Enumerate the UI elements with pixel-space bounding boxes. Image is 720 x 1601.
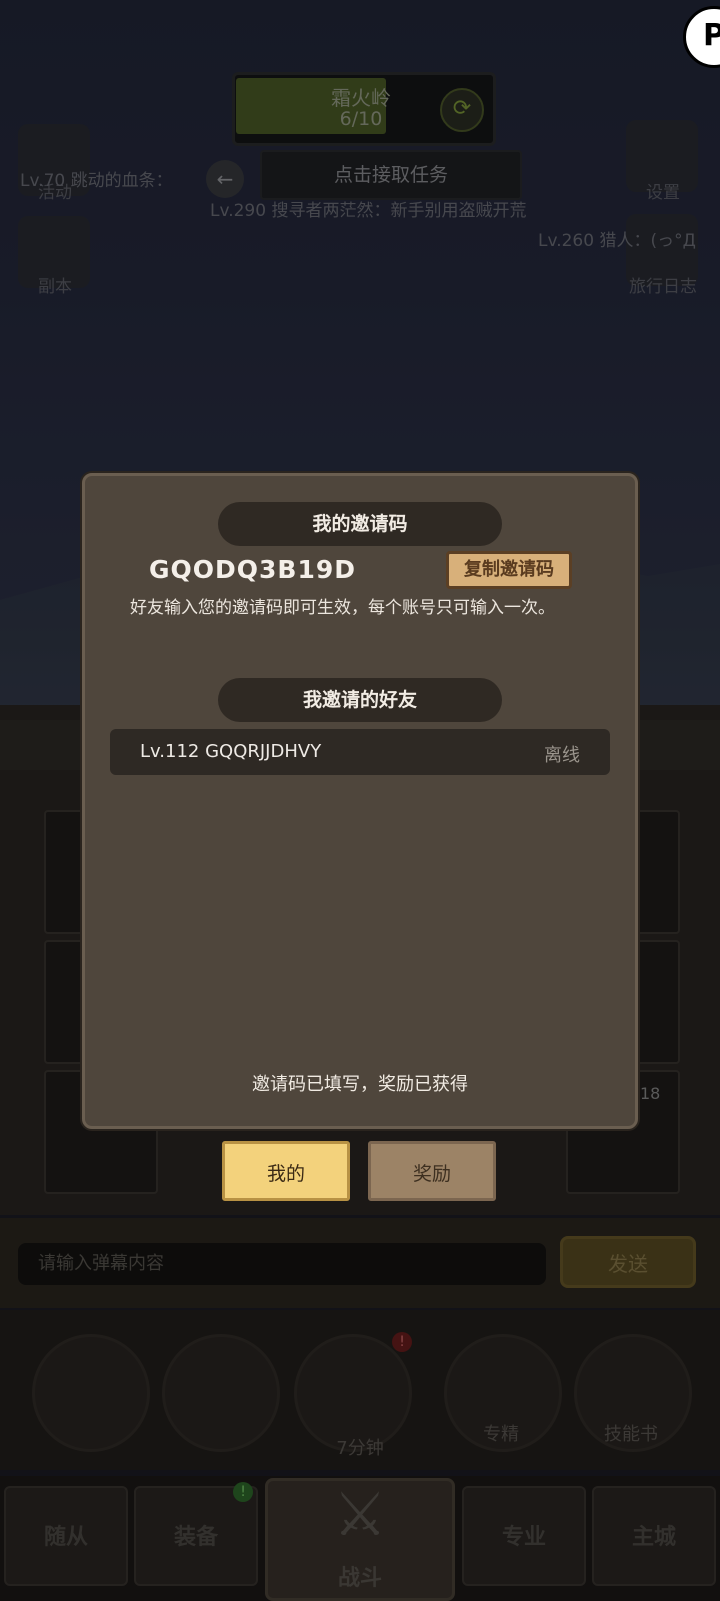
my-invite-code-title: 我的邀请码 <box>218 502 502 546</box>
invite-filled-message: 邀请码已填写，奖励已获得 <box>252 1074 468 1095</box>
copy-invite-code-button[interactable]: 复制邀请码 <box>446 551 572 589</box>
friend-status: 离线 <box>544 745 580 766</box>
invite-code: GQODQ3B19D <box>149 555 357 584</box>
tab-rewards[interactable]: 奖励 <box>368 1141 496 1201</box>
invited-friends-title: 我邀请的好友 <box>218 678 502 722</box>
tab-mine[interactable]: 我的 <box>222 1141 350 1201</box>
invite-description: 好友输入您的邀请码即可生效，每个账号只可输入一次。 <box>130 598 555 618</box>
friend-name: Lv.112 GQQRJJDHVY <box>140 741 322 762</box>
